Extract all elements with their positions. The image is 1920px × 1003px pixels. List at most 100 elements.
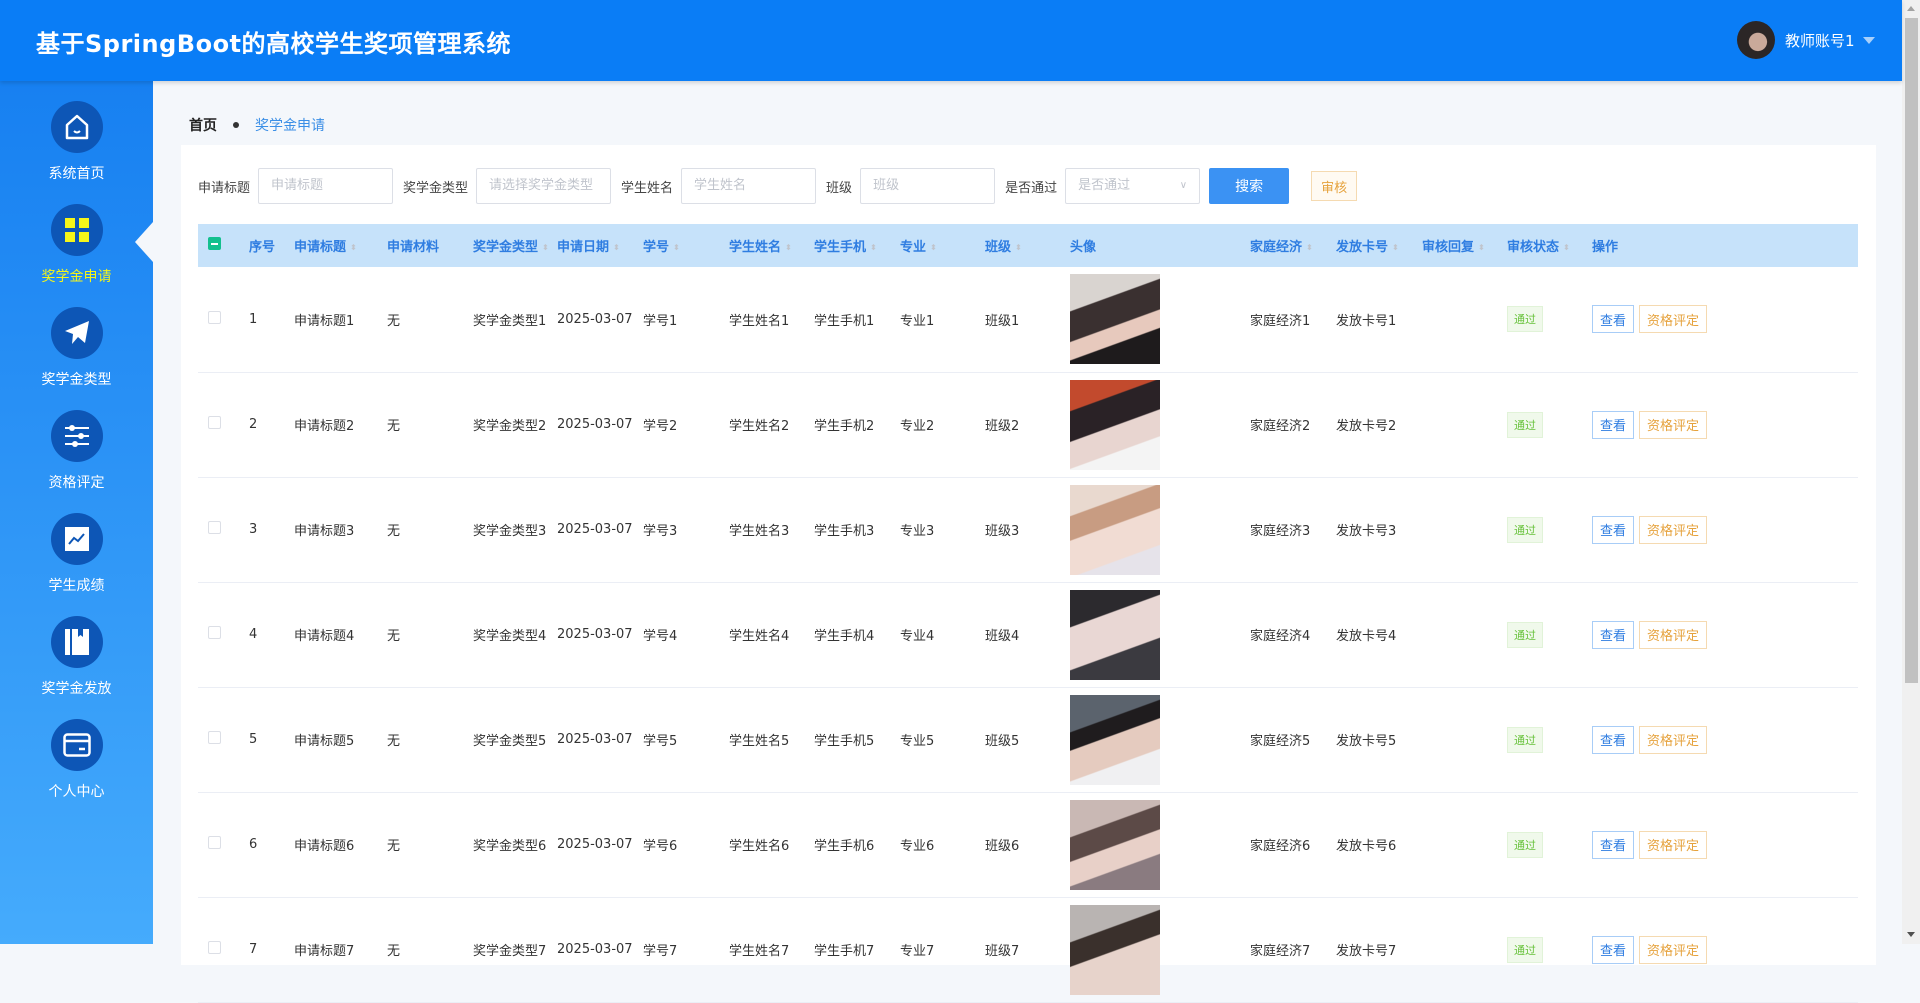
- row-checkbox-cell[interactable]: [198, 372, 239, 478]
- class-input[interactable]: 班级: [860, 168, 996, 204]
- sort-icon[interactable]: ⬍: [785, 243, 792, 252]
- application-table: 序号 申请标题 ⬍ 申请材料 奖学金类型 ⬍ 申请日期 ⬍ 学号 ⬍ 学生姓名 ⬍ 学生手机 ⬍ 专业 ⬍ 班级…: [198, 224, 1858, 1003]
- view-button[interactable]: 查看: [1592, 515, 1635, 544]
- row-checkbox-cell[interactable]: [198, 582, 239, 688]
- name-input[interactable]: 学生姓名: [681, 168, 817, 204]
- view-button[interactable]: 查看: [1592, 410, 1635, 439]
- scrollbar-thumb[interactable]: [1905, 18, 1918, 683]
- column-header-label: 学生手机: [814, 240, 867, 255]
- cell-status: 通过: [1497, 897, 1582, 1003]
- sidebar-item-6[interactable]: 个人中心: [0, 719, 153, 801]
- sidebar-item-label: 奖学金类型: [41, 372, 112, 388]
- cell-reply: [1412, 267, 1497, 373]
- page-scrollbar[interactable]: [1902, 0, 1920, 944]
- column-header[interactable]: 申请日期 ⬍: [547, 224, 633, 267]
- evaluate-button[interactable]: 资格评定: [1639, 725, 1708, 754]
- column-header[interactable]: 专业 ⬍: [890, 224, 975, 267]
- sort-icon[interactable]: ⬍: [870, 243, 877, 252]
- column-header[interactable]: 审核状态 ⬍: [1497, 224, 1582, 267]
- column-header[interactable]: 学生姓名 ⬍: [719, 224, 804, 267]
- cell-card: 发放卡号2: [1326, 372, 1412, 478]
- scroll-up-icon[interactable]: [1907, 6, 1915, 11]
- sidebar-item-4[interactable]: 学生成绩: [0, 513, 153, 595]
- breadcrumb-home[interactable]: 首页: [189, 115, 217, 135]
- row-checkbox[interactable]: [208, 310, 221, 324]
- row-checkbox[interactable]: [208, 731, 221, 744]
- cell-material: 无: [377, 477, 463, 583]
- cell-family: 家庭经济4: [1240, 582, 1326, 688]
- column-header[interactable]: 学号 ⬍: [633, 224, 719, 267]
- row-checkbox[interactable]: [208, 626, 221, 639]
- column-header: 头像: [1060, 224, 1240, 267]
- title-input[interactable]: 申请标题: [258, 168, 394, 204]
- sidebar-item-1[interactable]: 奖学金申请: [0, 204, 153, 286]
- sort-icon[interactable]: ⬍: [1392, 243, 1399, 252]
- user-menu[interactable]: 教师账号1: [1737, 21, 1875, 59]
- column-header[interactable]: 学生手机 ⬍: [804, 224, 890, 267]
- type-select[interactable]: 请选择奖学金类型: [476, 168, 612, 204]
- evaluate-button[interactable]: 资格评定: [1639, 515, 1708, 544]
- pass-select[interactable]: 是否通过 ∨: [1065, 168, 1201, 204]
- sort-icon[interactable]: ⬍: [613, 243, 620, 252]
- sort-icon[interactable]: ⬍: [1015, 243, 1022, 252]
- student-photo[interactable]: [1070, 589, 1160, 680]
- row-checkbox[interactable]: [208, 416, 221, 429]
- cell-cls: 班级4: [975, 582, 1060, 688]
- audit-button[interactable]: 审核: [1311, 171, 1358, 201]
- sidebar-item-3[interactable]: 资格评定: [0, 410, 153, 492]
- evaluate-button[interactable]: 资格评定: [1639, 935, 1708, 964]
- row-checkbox-cell[interactable]: [198, 267, 239, 373]
- select-all-checkbox[interactable]: [198, 224, 239, 267]
- sort-icon[interactable]: ⬍: [1306, 243, 1313, 252]
- sort-icon[interactable]: ⬍: [1563, 243, 1570, 252]
- view-button[interactable]: 查看: [1592, 935, 1635, 964]
- sidebar-item-2[interactable]: 奖学金类型: [0, 307, 153, 389]
- cell-title: 申请标题5: [284, 687, 377, 793]
- evaluate-button[interactable]: 资格评定: [1639, 305, 1708, 334]
- evaluate-button[interactable]: 资格评定: [1639, 830, 1708, 859]
- sidebar-item-0[interactable]: 系统首页: [0, 101, 153, 183]
- title-label: 申请标题: [198, 180, 251, 196]
- cell-type: 奖学金类型1: [463, 267, 547, 373]
- evaluate-button[interactable]: 资格评定: [1639, 410, 1708, 439]
- row-checkbox-cell[interactable]: [198, 687, 239, 793]
- sort-icon[interactable]: ⬍: [542, 243, 549, 252]
- student-photo[interactable]: [1070, 694, 1160, 785]
- column-header[interactable]: 家庭经济 ⬍: [1240, 224, 1326, 267]
- student-photo[interactable]: [1070, 904, 1160, 995]
- row-checkbox-cell[interactable]: [198, 897, 239, 1003]
- cell-type: 奖学金类型7: [463, 897, 547, 1003]
- cell-phone: 学生手机7: [804, 897, 890, 1003]
- sort-icon[interactable]: ⬍: [350, 243, 357, 252]
- scroll-down-icon[interactable]: [1907, 932, 1915, 937]
- column-header[interactable]: 审核回复 ⬍: [1412, 224, 1497, 267]
- view-button[interactable]: 查看: [1592, 725, 1635, 754]
- sidebar-item-5[interactable]: 奖学金发放: [0, 616, 153, 698]
- sort-icon[interactable]: ⬍: [930, 243, 937, 252]
- view-button[interactable]: 查看: [1592, 620, 1635, 649]
- row-checkbox-cell[interactable]: [198, 477, 239, 583]
- column-header[interactable]: 班级 ⬍: [975, 224, 1060, 267]
- view-button[interactable]: 查看: [1592, 305, 1635, 334]
- sort-icon[interactable]: ⬍: [673, 243, 680, 252]
- sort-icon[interactable]: ⬍: [1478, 243, 1485, 252]
- student-photo[interactable]: [1070, 484, 1160, 575]
- student-photo[interactable]: [1070, 799, 1160, 890]
- search-button[interactable]: 搜索: [1209, 168, 1290, 204]
- view-button[interactable]: 查看: [1592, 830, 1635, 859]
- column-header[interactable]: 申请标题 ⬍: [284, 224, 377, 267]
- cell-cls: 班级7: [975, 897, 1060, 1003]
- column-header[interactable]: 奖学金类型 ⬍: [463, 224, 549, 267]
- cell-status: 通过: [1497, 267, 1582, 373]
- row-checkbox[interactable]: [208, 521, 221, 534]
- status-badge: 通过: [1507, 936, 1543, 963]
- cell-avatar: [1060, 267, 1240, 373]
- row-checkbox[interactable]: [208, 941, 221, 954]
- student-photo[interactable]: [1070, 274, 1160, 365]
- student-photo[interactable]: [1070, 379, 1160, 470]
- row-checkbox-cell[interactable]: [198, 792, 239, 898]
- row-checkbox[interactable]: [208, 836, 221, 849]
- column-header[interactable]: 发放卡号 ⬍: [1326, 224, 1412, 267]
- evaluate-button[interactable]: 资格评定: [1639, 620, 1708, 649]
- cell-material: 无: [377, 372, 463, 478]
